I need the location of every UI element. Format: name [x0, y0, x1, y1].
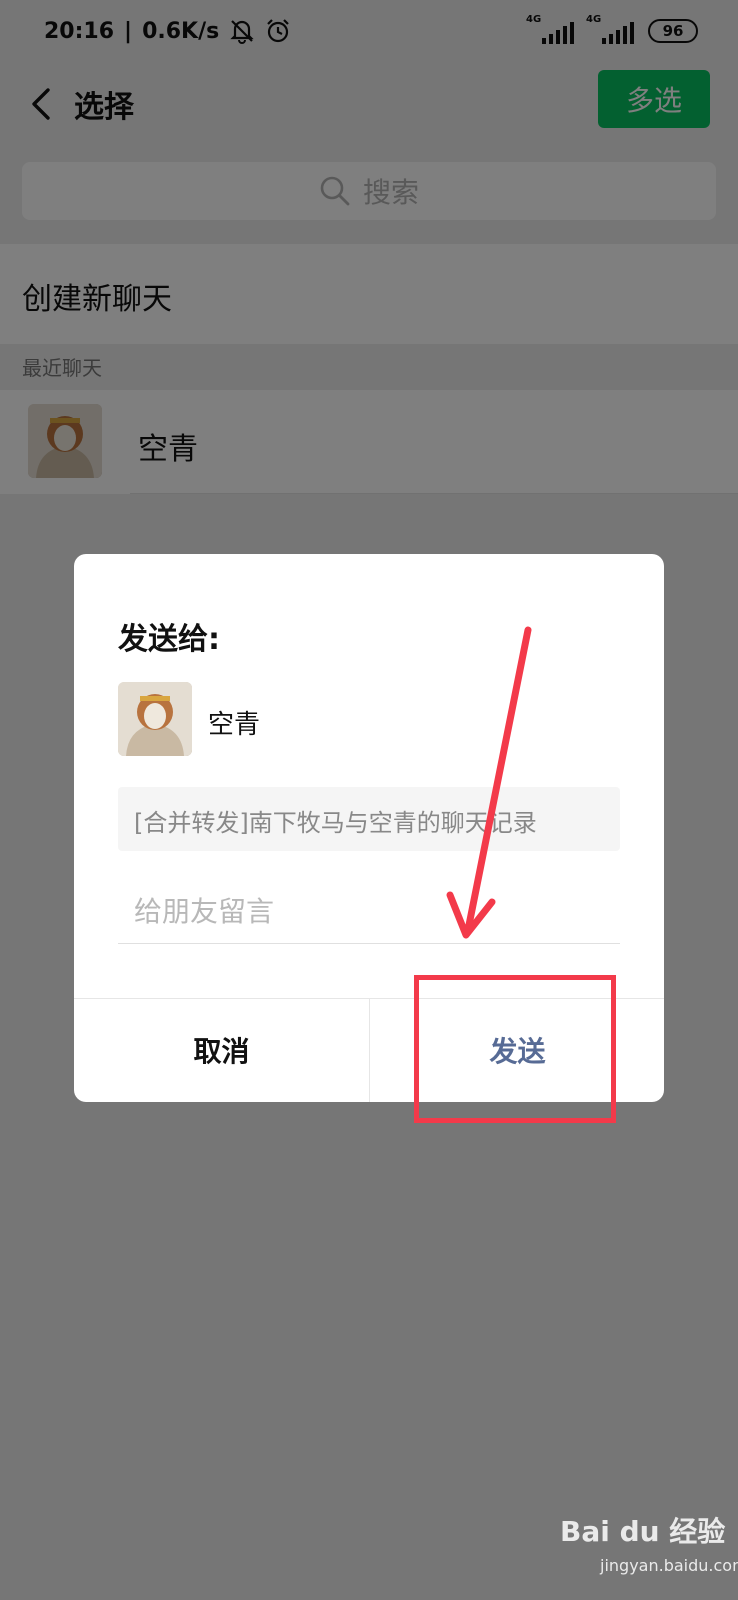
annotation-arrow-icon [446, 626, 532, 939]
watermark-url: jingyan.baidu.com [600, 1556, 738, 1575]
dialog-title: 发送给: [118, 622, 220, 657]
recipient-name: 空青 [208, 710, 261, 740]
cancel-button[interactable]: 取消 [74, 998, 369, 1102]
watermark: Bai du 经验 jingyan.baidu.com [560, 1500, 738, 1580]
recipient-avatar [118, 682, 192, 756]
watermark-logo: Bai du 经验 [560, 1515, 726, 1548]
annotation-highlight-box [414, 975, 616, 1123]
